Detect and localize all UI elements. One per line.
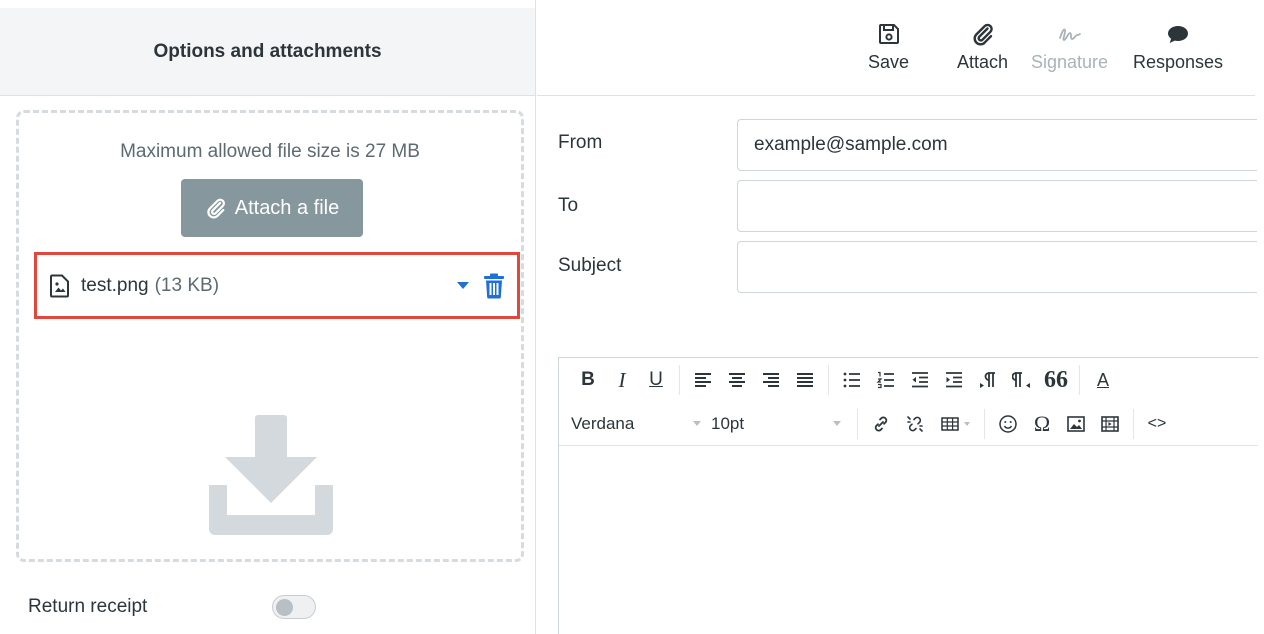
attach-file-button-label: Attach a file (234, 196, 340, 219)
insert-image-button[interactable] (1059, 407, 1093, 441)
message-editor[interactable]: B I U 66 A Verdana 10pt Ω <> (558, 357, 1258, 634)
align-justify-icon (797, 373, 813, 387)
bullet-list-button[interactable] (835, 363, 869, 397)
from-field[interactable] (737, 119, 1257, 171)
bullet-list-icon (843, 372, 860, 388)
chevron-down-icon (964, 421, 970, 426)
toolbar-separator (1079, 365, 1080, 395)
insert-emoji-button[interactable] (991, 407, 1025, 441)
toolbar-separator (828, 365, 829, 395)
options-panel-header: Options and attachments (0, 8, 535, 96)
delete-attachment-icon[interactable] (483, 273, 505, 299)
download-tray-icon (209, 415, 333, 535)
attachment-filesize: (13 KB) (154, 274, 220, 296)
return-receipt-label: Return receipt (28, 596, 148, 617)
editor-toolbar-row-1: B I U 66 A (559, 358, 1258, 402)
align-left-button[interactable] (686, 363, 720, 397)
ltr-direction-button[interactable] (971, 363, 1005, 397)
toolbar-separator (857, 408, 858, 439)
source-code-button[interactable]: <> (1140, 407, 1174, 441)
numbered-list-icon (876, 371, 894, 389)
align-right-button[interactable] (754, 363, 788, 397)
to-label: To (558, 195, 579, 216)
bold-button[interactable]: B (571, 363, 605, 397)
blockquote-button[interactable]: 66 (1039, 363, 1073, 397)
special-character-button[interactable]: Ω (1025, 407, 1059, 441)
save-icon (878, 24, 899, 44)
editor-toolbar-row-2: Verdana 10pt Ω <> (559, 402, 1258, 446)
align-center-icon (729, 373, 745, 387)
font-family-value: Verdana (571, 413, 635, 433)
attachment-menu-caret-icon[interactable] (457, 282, 469, 289)
insert-table-button[interactable] (932, 407, 978, 441)
responses-button[interactable]: Responses (1133, 22, 1223, 73)
attach-label: Attach (957, 52, 1009, 72)
rtl-direction-button[interactable] (1005, 363, 1039, 397)
remove-link-button[interactable] (898, 407, 932, 441)
paperclip-icon (207, 198, 225, 219)
toggle-knob (276, 599, 293, 616)
insert-media-button[interactable] (1093, 407, 1127, 441)
to-field[interactable] (737, 180, 1257, 232)
text-color-button[interactable]: A (1086, 363, 1120, 397)
image-icon (1067, 415, 1085, 432)
attachment-actions (457, 273, 505, 299)
smiley-icon (999, 414, 1017, 433)
toolbar-separator (984, 408, 985, 439)
attach-file-button[interactable]: Attach a file (181, 179, 363, 237)
align-left-icon (695, 373, 711, 387)
paperclip-icon (973, 23, 993, 46)
rtl-paragraph-icon (1012, 372, 1030, 388)
insert-link-button[interactable] (864, 407, 898, 441)
font-family-select[interactable]: Verdana (571, 414, 711, 434)
attach-button[interactable]: Attach (957, 22, 1008, 73)
ltr-paragraph-icon (980, 372, 995, 388)
subject-field[interactable] (737, 241, 1257, 293)
subject-label: Subject (558, 255, 622, 276)
compose-toolbar: Save Attach Signature Responses (537, 8, 1255, 96)
numbered-list-button[interactable] (869, 363, 903, 397)
align-right-icon (763, 373, 779, 387)
from-label: From (558, 132, 603, 153)
signature-label: Signature (1031, 52, 1109, 72)
compose-panel: Save Attach Signature Responses From To … (537, 0, 1258, 634)
outdent-button[interactable] (903, 363, 937, 397)
media-icon (1101, 415, 1119, 432)
return-receipt-toggle[interactable] (272, 595, 316, 619)
indent-icon (946, 372, 962, 388)
options-panel: Options and attachments Maximum allowed … (0, 0, 536, 634)
font-size-select[interactable]: 10pt (711, 414, 851, 434)
link-icon (874, 416, 888, 431)
max-file-size-text: Maximum allowed file size is 27 MB (120, 141, 420, 162)
signature-icon (1058, 28, 1081, 41)
align-center-button[interactable] (720, 363, 754, 397)
responses-label: Responses (1133, 52, 1224, 72)
options-panel-title: Options and attachments (153, 40, 382, 62)
chevron-down-icon (833, 421, 841, 426)
outdent-icon (912, 372, 928, 388)
attachment-filename: test.png (81, 274, 149, 296)
font-size-value: 10pt (711, 413, 745, 433)
table-icon (941, 416, 959, 431)
italic-button[interactable]: I (605, 363, 639, 397)
attachment-item[interactable]: test.png (13 KB) (34, 252, 520, 319)
save-label: Save (868, 52, 910, 72)
chevron-down-icon (693, 421, 701, 426)
chat-bubble-icon (1168, 26, 1189, 43)
indent-button[interactable] (937, 363, 971, 397)
save-button[interactable]: Save (868, 22, 909, 73)
toolbar-separator (679, 365, 680, 395)
unlink-icon (907, 415, 923, 432)
toolbar-separator (1133, 408, 1134, 439)
align-justify-button[interactable] (788, 363, 822, 397)
attachment-dropzone[interactable]: Maximum allowed file size is 27 MB Attac… (16, 110, 524, 562)
image-file-icon (49, 274, 71, 298)
underline-button[interactable]: U (639, 363, 673, 397)
signature-button[interactable]: Signature (1031, 22, 1108, 73)
